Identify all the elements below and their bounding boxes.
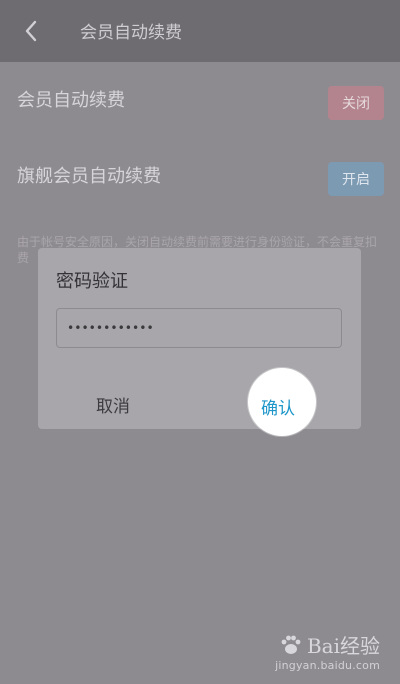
paw-logo-icon xyxy=(281,635,301,654)
setting-row-flagship-renew: 旗舰会员自动续费 开启 xyxy=(0,140,400,210)
watermark: Bai经验 jingyan.baidu.com xyxy=(275,630,380,672)
confirm-label: 确认 xyxy=(261,398,295,419)
chevron-left-icon xyxy=(25,20,37,42)
setting-label: 会员自动续费 xyxy=(17,90,125,111)
back-button[interactable] xyxy=(16,14,46,48)
toggle-on-button[interactable]: 开启 xyxy=(328,162,384,196)
watermark-brand-text: Bai经验 xyxy=(306,634,380,658)
setting-row-member-renew: 会员自动续费 关闭 xyxy=(0,64,400,134)
page-title: 会员自动续费 xyxy=(80,23,182,43)
top-bar: 会员自动续费 xyxy=(0,0,400,62)
password-input[interactable] xyxy=(57,309,341,347)
toggle-off-button[interactable]: 关闭 xyxy=(328,86,384,120)
setting-label: 旗舰会员自动续费 xyxy=(17,166,161,187)
watermark-url: jingyan.baidu.com xyxy=(275,659,380,672)
password-field-box[interactable] xyxy=(56,308,342,348)
cancel-button[interactable]: 取消 xyxy=(96,392,130,417)
watermark-brand: Bai经验 xyxy=(275,630,380,659)
confirm-button[interactable]: 确认 xyxy=(248,368,316,436)
dialog-title: 密码验证 xyxy=(56,271,128,292)
